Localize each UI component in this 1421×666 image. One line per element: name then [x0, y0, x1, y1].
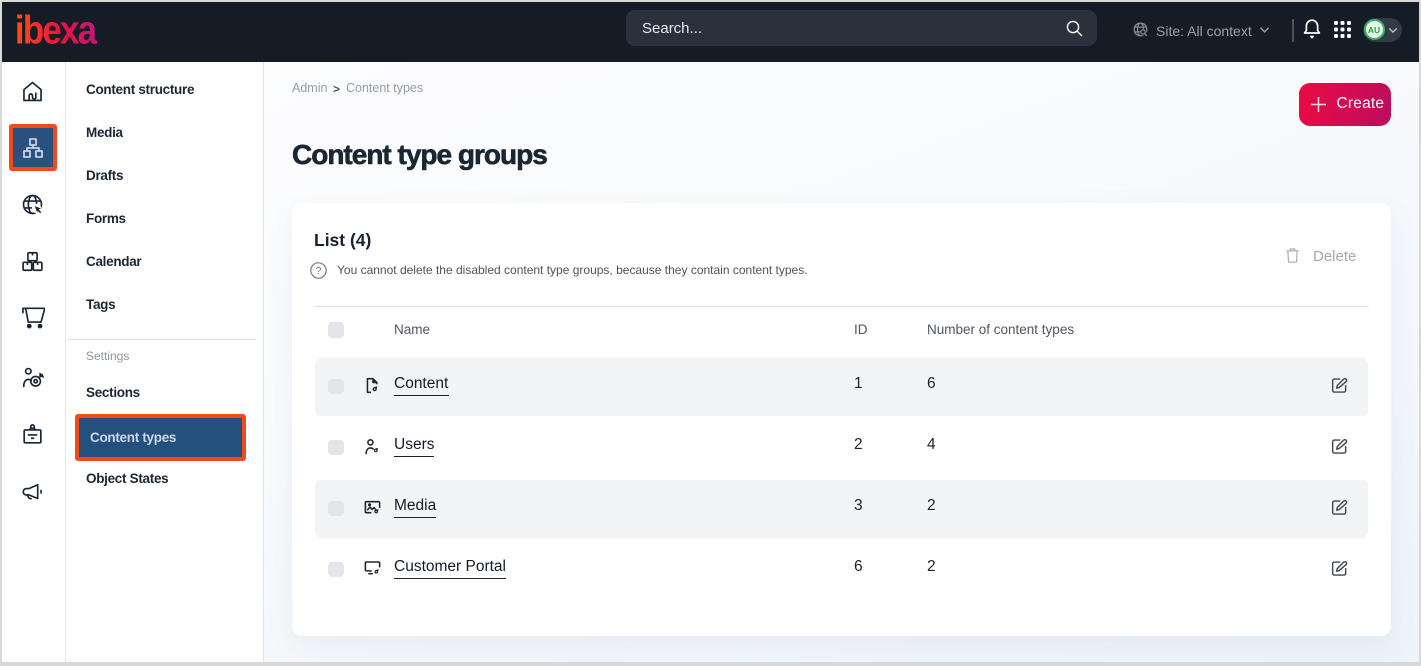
svg-text:?: ?	[316, 265, 322, 277]
